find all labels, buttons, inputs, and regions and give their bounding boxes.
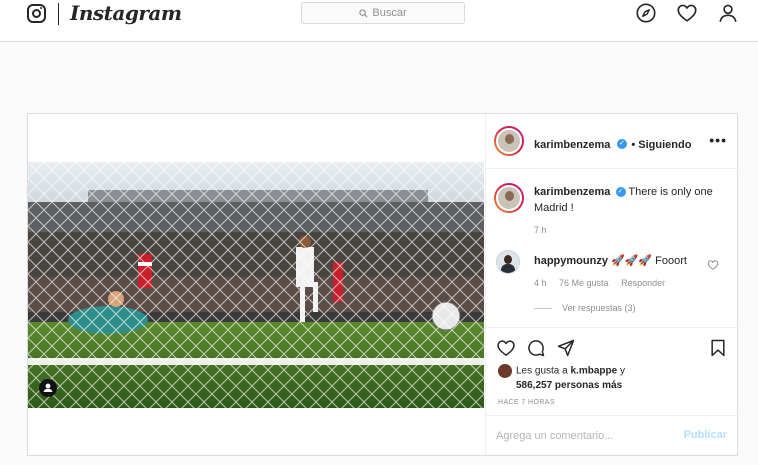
user-tag-icon[interactable] [39,379,57,397]
goal-photo-illustration [28,162,484,408]
post-timestamp[interactable]: HACE 7 HORAS [498,399,555,406]
post-card: karimbenzema ✓ • Siguiendo ••• karimbenz… [27,113,739,456]
comments-section: karimbenzema ✓ There is only one Madrid … [486,170,739,327]
like-icon[interactable] [496,338,516,358]
post-header: karimbenzema ✓ • Siguiendo ••• [486,114,739,169]
likes-joiner: y [619,365,625,377]
comment-input[interactable] [496,428,666,444]
author-avatar[interactable] [494,126,524,156]
search-placeholder: Buscar [372,7,407,19]
likes-summary: Les gusta a k.mbappe y 586,257 personas … [498,364,625,393]
more-options-icon[interactable]: ••• [709,132,727,148]
heart-icon[interactable] [676,2,698,24]
liker-username[interactable]: k.mbappe [571,366,618,377]
verified-badge-icon: ✓ [615,187,626,198]
likes-count[interactable]: 586,257 personas más [516,380,622,391]
comment: happymounzy 🚀🚀🚀 Fooort [534,253,687,269]
liker-avatar[interactable] [498,364,512,378]
caption-author[interactable]: karimbenzema [534,186,610,198]
search-input[interactable]: Buscar [301,2,465,24]
save-icon[interactable] [708,338,728,358]
caption-time[interactable]: 7 h [534,225,547,235]
author-handle[interactable]: karimbenzema [534,139,610,151]
post-actions: Les gusta a k.mbappe y 586,257 personas … [486,327,739,455]
caption-avatar[interactable] [494,183,524,213]
profile-icon[interactable] [717,2,739,24]
comment-like-icon[interactable] [707,259,719,271]
verified-badge-icon: ✓ [616,138,627,149]
share-icon[interactable] [556,338,576,358]
post-sidebar: karimbenzema ✓ • Siguiendo ••• karimbenz… [485,114,739,455]
reply-button[interactable]: Responder [621,278,665,288]
caption: karimbenzema ✓ There is only one Madrid … [534,184,714,216]
publish-button[interactable]: Publicar [684,429,727,441]
compass-icon[interactable] [635,2,657,24]
comment-icon[interactable] [526,338,546,358]
logo-divider [58,3,59,25]
top-nav: Instagram Buscar [0,0,758,42]
search-icon [359,8,368,17]
post-photo[interactable] [28,162,484,408]
replies-divider [534,308,552,310]
comment-text: 🚀🚀🚀 Fooort [611,255,687,267]
view-replies-label: Ver respuestas (3) [562,303,636,313]
instagram-glyph-icon[interactable] [27,4,46,23]
commenter-avatar[interactable] [496,250,520,274]
comment-author[interactable]: happymounzy [534,255,608,267]
comment-likes[interactable]: 76 Me gusta [559,278,609,288]
comment-meta: 4 h 76 Me gusta Responder [534,278,665,288]
likes-prefix: Les gusta a [516,365,568,377]
instagram-wordmark[interactable]: Instagram [70,1,182,25]
view-replies-button[interactable]: Ver respuestas (3) [534,303,636,313]
following-status[interactable]: • Siguiendo [631,139,691,151]
comment-time[interactable]: 4 h [534,278,547,288]
add-comment-bar: Publicar [486,415,739,455]
